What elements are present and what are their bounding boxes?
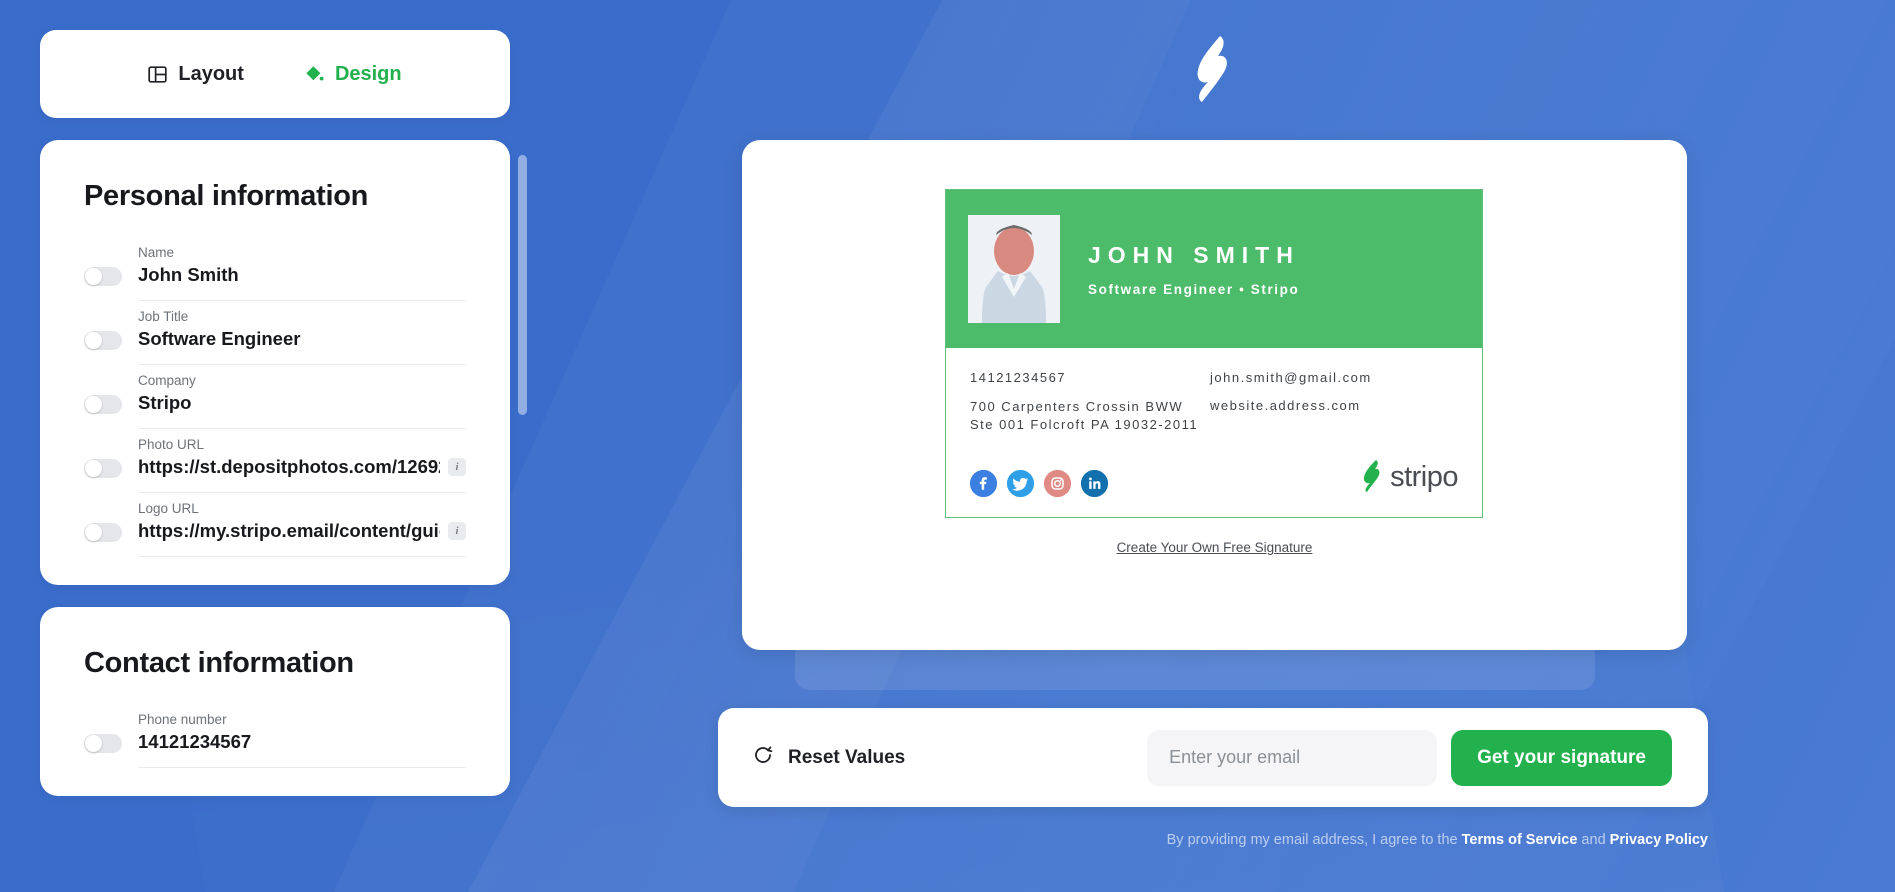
- signature-footer: stripo: [970, 448, 1458, 497]
- input-company[interactable]: Stripo: [138, 392, 466, 414]
- field-name: Name John Smith: [84, 239, 466, 303]
- field-photo-url: Photo URL https://st.depositphotos.com/1…: [84, 431, 466, 495]
- panel-contact-information: Contact information Phone number 1412123…: [40, 607, 510, 796]
- panel-personal-information: Personal information Name John Smith Job…: [40, 140, 510, 585]
- signature-phone: 14121234567: [970, 370, 1067, 385]
- get-signature-button[interactable]: Get your signature: [1451, 729, 1672, 786]
- reset-values-button[interactable]: Reset Values: [752, 744, 905, 772]
- tab-design[interactable]: Design: [300, 57, 406, 92]
- field-label: Name: [138, 245, 175, 260]
- create-free-signature-link[interactable]: Create Your Own Free Signature: [742, 540, 1687, 555]
- field-label: Job Title: [138, 309, 189, 324]
- signature-header: JOHN SMITH Software Engineer • Stripo: [946, 190, 1482, 348]
- field-label: Photo URL: [138, 437, 205, 452]
- reset-values-label: Reset Values: [788, 746, 906, 768]
- toggle-company[interactable]: [84, 395, 122, 414]
- toggle-name[interactable]: [84, 267, 122, 286]
- signature-address-row: 700 Carpenters Crossin BWW Ste 001 Folcr…: [970, 398, 1458, 435]
- sidebar-scrollbar[interactable]: [518, 155, 527, 450]
- field-logo-url: Logo URL https://my.stripo.email/content…: [84, 495, 466, 559]
- linkedin-icon[interactable]: [1081, 469, 1108, 497]
- toggle-logo-url[interactable]: [84, 523, 122, 542]
- toggle-photo-url[interactable]: [84, 459, 122, 478]
- input-job-title[interactable]: Software Engineer: [138, 328, 466, 350]
- signature-name: JOHN SMITH: [1088, 241, 1300, 268]
- instagram-icon[interactable]: [1044, 469, 1071, 497]
- toggle-phone-number[interactable]: [84, 734, 122, 753]
- signature-website: website.address.com: [1210, 398, 1361, 413]
- legal-prefix: By providing my email address, I agree t…: [1166, 832, 1462, 848]
- email-input[interactable]: [1147, 729, 1438, 786]
- editor-tabs: Layout Design: [40, 30, 510, 118]
- input-phone-number[interactable]: 14121234567: [138, 731, 466, 753]
- signature-address: 700 Carpenters Crossin BWW Ste 001 Folcr…: [970, 399, 1199, 433]
- action-bar: Reset Values Get your signature: [718, 708, 1708, 807]
- editor-sidebar: Layout Design Personal information Name …: [40, 30, 510, 892]
- signature-contact-row: 14121234567 john.smith@gmail.com: [970, 370, 1458, 385]
- tab-layout-label: Layout: [178, 62, 244, 85]
- stripo-wordmark-text: stripo: [1390, 460, 1458, 493]
- field-phone-number: Phone number 14121234567: [84, 706, 466, 770]
- field-job-title: Job Title Software Engineer: [84, 303, 466, 367]
- stripo-logo-icon: [1178, 32, 1248, 106]
- twitter-icon[interactable]: [1007, 469, 1034, 497]
- scrollbar-thumb[interactable]: [518, 155, 527, 415]
- info-icon[interactable]: i: [448, 458, 466, 476]
- signature-body: 14121234567 john.smith@gmail.com 700 Car…: [946, 348, 1482, 517]
- info-icon[interactable]: i: [448, 522, 466, 540]
- field-label: Company: [138, 373, 196, 388]
- input-photo-url[interactable]: https://st.depositphotos.com/12692: [138, 456, 440, 478]
- stripo-brand: stripo: [1356, 458, 1458, 497]
- signature-role: Software Engineer • Stripo: [1088, 281, 1300, 297]
- field-label: Phone number: [138, 712, 227, 727]
- tab-layout[interactable]: Layout: [144, 57, 248, 92]
- signature-email: john.smith@gmail.com: [1210, 370, 1372, 385]
- panel-title: Personal information: [84, 180, 369, 212]
- facebook-icon[interactable]: [970, 469, 997, 497]
- stripo-logo-mark-icon: [1356, 458, 1388, 497]
- input-logo-url[interactable]: https://my.stripo.email/content/guic: [138, 520, 440, 542]
- paint-bucket-icon: [304, 64, 324, 84]
- email-signature: JOHN SMITH Software Engineer • Stripo 14…: [945, 189, 1483, 518]
- toggle-job-title[interactable]: [84, 331, 122, 350]
- signature-identity: JOHN SMITH Software Engineer • Stripo: [1088, 242, 1300, 297]
- terms-of-service-link[interactable]: Terms of Service: [1462, 832, 1578, 848]
- layout-icon: [148, 65, 168, 84]
- field-label: Logo URL: [138, 501, 199, 516]
- legal-disclaimer: By providing my email address, I agree t…: [718, 832, 1708, 848]
- refresh-icon: [752, 744, 774, 772]
- social-icons: [970, 469, 1108, 497]
- panel-title: Contact information: [84, 647, 354, 679]
- legal-conjunction: and: [1577, 832, 1610, 848]
- privacy-policy-link[interactable]: Privacy Policy: [1610, 832, 1708, 848]
- tab-design-label: Design: [334, 62, 402, 85]
- avatar: [968, 215, 1060, 323]
- input-name[interactable]: John Smith: [138, 264, 466, 286]
- field-company: Company Stripo: [84, 367, 466, 431]
